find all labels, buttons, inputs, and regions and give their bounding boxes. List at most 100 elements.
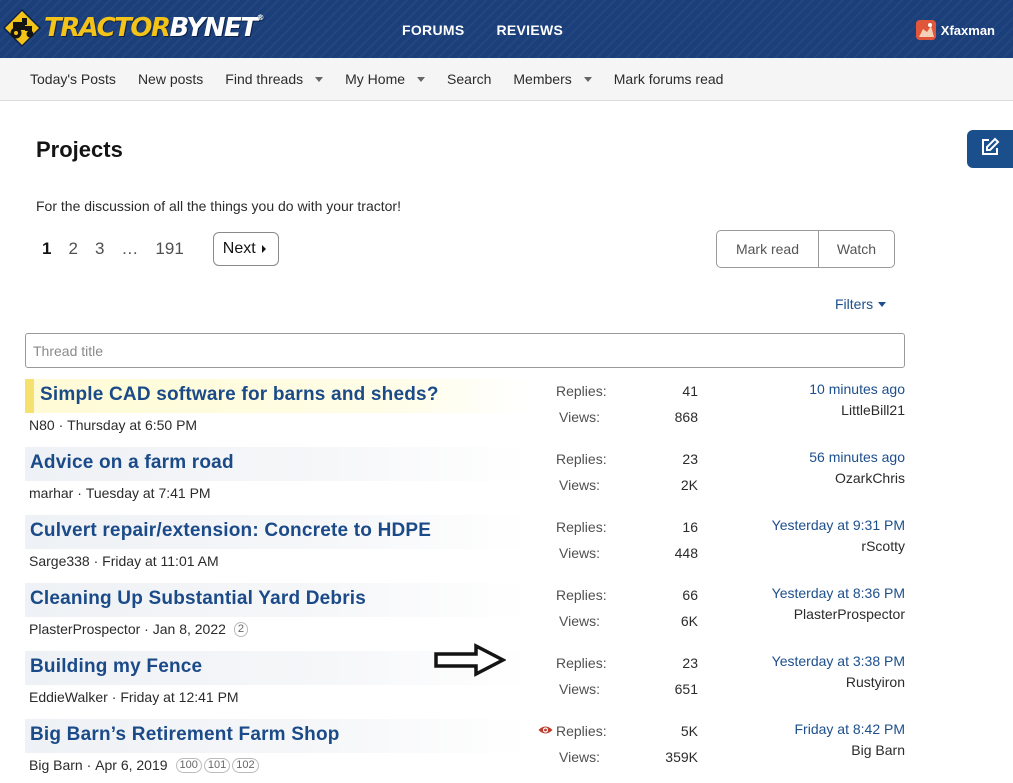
- views-count: 359K: [665, 749, 698, 765]
- last-post-time[interactable]: 10 minutes ago: [809, 381, 905, 397]
- views-count: 6K: [680, 613, 698, 629]
- thread-author[interactable]: EddieWalker: [29, 689, 108, 705]
- last-post-user[interactable]: PlasterProspector: [794, 606, 905, 622]
- thread-start-date[interactable]: Jan 8, 2022: [153, 621, 226, 637]
- new-thread-button[interactable]: [967, 130, 1013, 168]
- thread-page-link[interactable]: 101: [203, 757, 231, 773]
- replies-count: 5K: [680, 723, 698, 739]
- thread-title-link[interactable]: Simple CAD software for barns and sheds?: [40, 384, 439, 406]
- views-label: Views:: [559, 409, 600, 425]
- last-post-user[interactable]: Rustyiron: [846, 674, 905, 690]
- thread-meta: Sarge338 · Friday at 11:01 AM: [29, 553, 219, 569]
- page-link[interactable]: 2: [68, 239, 77, 259]
- nav-reviews[interactable]: REVIEWS: [496, 22, 563, 38]
- site-logo[interactable]: TRACTORBYNET®: [2, 5, 264, 51]
- page-link[interactable]: 3: [95, 239, 104, 259]
- thread-row: Big Barn’s Retirement Farm Shop Big Barn…: [25, 719, 925, 779]
- filters-dropdown[interactable]: Filters: [835, 296, 887, 312]
- chevron-down-icon[interactable]: [417, 76, 426, 82]
- replies-label: Replies:: [556, 587, 607, 603]
- thread-start-date[interactable]: Friday at 12:41 PM: [120, 689, 238, 705]
- thread-meta: EddieWalker · Friday at 12:41 PM: [29, 689, 239, 705]
- thread-meta: N80 · Thursday at 6:50 PM: [29, 417, 197, 433]
- thread-title-link[interactable]: Culvert repair/extension: Concrete to HD…: [30, 520, 431, 542]
- thread-row: Advice on a farm road marhar · Tuesday a…: [25, 447, 925, 507]
- last-post-user[interactable]: LittleBill21: [841, 402, 905, 418]
- filters-label: Filters: [835, 296, 874, 312]
- thread-title-link[interactable]: Big Barn’s Retirement Farm Shop: [30, 724, 340, 746]
- annotation-arrow-icon: [434, 643, 506, 677]
- logo-text-bynet: BYNET: [169, 13, 258, 43]
- mark-read-button[interactable]: Mark read: [717, 231, 819, 267]
- chevron-down-icon[interactable]: [583, 76, 592, 82]
- thread-start-date[interactable]: Friday at 11:01 AM: [102, 553, 218, 569]
- nav-forums[interactable]: FORUMS: [402, 22, 464, 38]
- subnav-search[interactable]: Search: [447, 71, 491, 87]
- replies-label: Replies:: [556, 383, 607, 399]
- thread-meta: Big Barn · Apr 6, 2019 100 101 102: [29, 757, 259, 773]
- last-post-time[interactable]: Yesterday at 8:36 PM: [772, 585, 905, 601]
- replies-count: 16: [682, 519, 698, 535]
- thread-author[interactable]: Sarge338: [29, 553, 90, 569]
- subnav-todays-posts[interactable]: Today's Posts: [30, 71, 116, 87]
- thread-author[interactable]: Big Barn: [29, 757, 83, 773]
- subnav-label: My Home: [345, 71, 406, 87]
- page-ellipsis[interactable]: …: [121, 239, 138, 259]
- views-label: Views:: [559, 477, 600, 493]
- thread-author[interactable]: N80: [29, 417, 55, 433]
- thread-author[interactable]: PlasterProspector: [29, 621, 140, 637]
- next-page-button[interactable]: Next: [212, 232, 279, 266]
- thread-page-link[interactable]: 100: [175, 757, 202, 773]
- tractor-icon: [2, 8, 42, 48]
- last-post-time[interactable]: 56 minutes ago: [809, 449, 905, 465]
- thread-page-link[interactable]: 102: [232, 757, 259, 773]
- thread-start-date[interactable]: Apr 6, 2019: [95, 757, 167, 773]
- thread-title-link[interactable]: Building my Fence: [30, 656, 202, 678]
- thread-title-link[interactable]: Cleaning Up Substantial Yard Debris: [30, 588, 366, 610]
- subnav-new-posts[interactable]: New posts: [138, 71, 203, 87]
- subnav-label: New posts: [137, 71, 204, 87]
- last-post-time[interactable]: Yesterday at 3:38 PM: [772, 653, 905, 669]
- views-label: Views:: [559, 749, 600, 765]
- thread-title-bar: Cleaning Up Substantial Yard Debris: [25, 583, 530, 617]
- last-post-time[interactable]: Yesterday at 9:31 PM: [772, 517, 905, 533]
- user-menu[interactable]: Xfaxman: [915, 20, 995, 40]
- thread-meta: marhar · Tuesday at 7:41 PM: [29, 485, 211, 501]
- views-count: 868: [674, 409, 698, 425]
- page-link-current[interactable]: 1: [42, 239, 51, 259]
- chevron-down-icon[interactable]: [315, 76, 324, 82]
- page-title: Projects: [36, 137, 123, 162]
- pagination: 1 2 3 … 191 Next: [42, 232, 279, 266]
- thread-author[interactable]: marhar: [29, 485, 73, 501]
- meta-separator: ·: [54, 417, 68, 433]
- last-post-user[interactable]: rScotty: [861, 538, 905, 554]
- replies-count: 23: [682, 655, 698, 671]
- site-header: TRACTORBYNET® FORUMS REVIEWS Xfaxman: [0, 0, 1013, 58]
- forum-actions: Mark read Watch: [716, 230, 895, 268]
- thread-start-date[interactable]: Tuesday at 7:41 PM: [86, 485, 211, 501]
- subnav-find-threads[interactable]: Find threads: [225, 71, 324, 87]
- last-post-user[interactable]: OzarkChris: [835, 470, 905, 486]
- subnav-my-home[interactable]: My Home: [345, 71, 426, 87]
- thread-page-link[interactable]: 2: [233, 621, 249, 637]
- thread-start-date[interactable]: Thursday at 6:50 PM: [67, 417, 197, 433]
- thread-row: Simple CAD software for barns and sheds?…: [25, 379, 925, 439]
- page-link-last[interactable]: 191: [155, 239, 183, 259]
- username: Xfaxman: [940, 22, 995, 38]
- thread-title-bar: Simple CAD software for barns and sheds?: [25, 379, 530, 413]
- views-label: Views:: [559, 613, 600, 629]
- subnav-members[interactable]: Members: [513, 71, 592, 87]
- meta-separator: ·: [140, 621, 153, 637]
- subnav-mark-forums-read[interactable]: Mark forums read: [614, 71, 724, 87]
- page-description: For the discussion of all the things you…: [36, 198, 401, 214]
- thread-meta: PlasterProspector · Jan 8, 2022 2: [29, 621, 249, 637]
- last-post-time[interactable]: Friday at 8:42 PM: [795, 721, 906, 737]
- last-post-user[interactable]: Big Barn: [851, 742, 905, 758]
- thread-title-link[interactable]: Advice on a farm road: [30, 452, 234, 474]
- replies-label: Replies:: [556, 519, 607, 535]
- watch-button[interactable]: Watch: [819, 231, 894, 267]
- next-label: Next: [222, 240, 256, 257]
- thread-title-filter-input[interactable]: [25, 333, 905, 368]
- replies-label: Replies:: [556, 723, 607, 739]
- views-count: 651: [674, 681, 698, 697]
